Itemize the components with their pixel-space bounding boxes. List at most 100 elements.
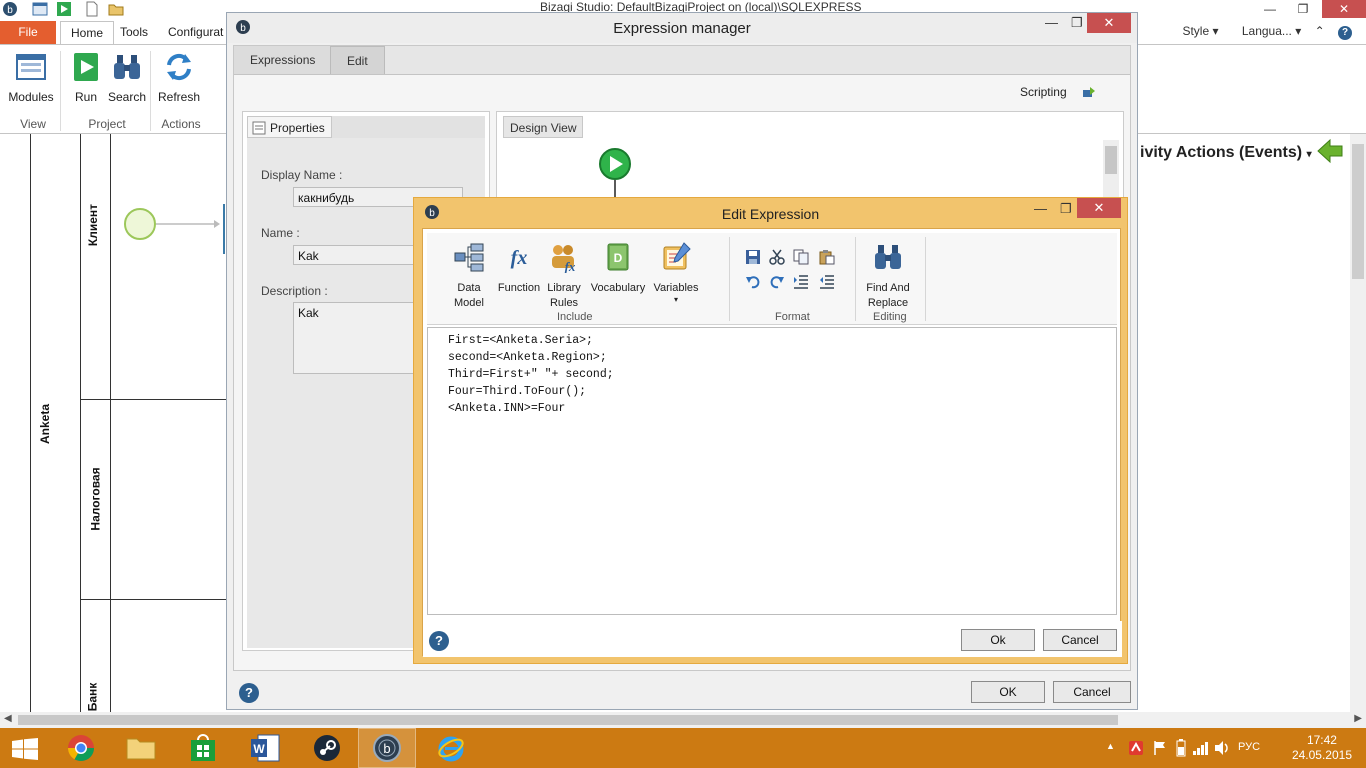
save-icon[interactable] — [745, 249, 761, 265]
ribbon-separator — [60, 51, 61, 131]
find-replace-label: Find And Replace — [866, 282, 910, 309]
battery-icon[interactable] — [1176, 739, 1186, 757]
run-button[interactable]: Run — [68, 51, 104, 104]
edit-expression-footer: ? Ok Cancel — [423, 621, 1122, 657]
find-replace-button[interactable]: Find And Replace — [859, 241, 917, 311]
style-menu[interactable]: Style ▾ — [1172, 24, 1218, 38]
expression-manager-title: Expression manager — [613, 20, 751, 37]
close-button[interactable]: ✕ — [1077, 198, 1121, 218]
design-scrollbar[interactable] — [1103, 140, 1119, 200]
outdent-icon[interactable] — [819, 273, 835, 289]
taskbar-explorer[interactable] — [112, 728, 170, 768]
taskbar-bizagi[interactable]: b — [358, 728, 416, 768]
tab-configuration[interactable]: Configurat — [158, 21, 233, 44]
help-icon[interactable]: ? — [429, 631, 449, 651]
scroll-right-icon[interactable]: ▶ — [1354, 713, 1362, 724]
maximize-button[interactable]: ❐ — [1288, 0, 1318, 18]
tab-expressions[interactable]: Expressions — [234, 46, 332, 74]
ok-button[interactable]: OK — [971, 681, 1045, 703]
vocabulary-icon: D — [607, 243, 629, 271]
signal-icon[interactable] — [1192, 740, 1210, 756]
help-icon[interactable]: ? — [239, 683, 259, 703]
clock[interactable]: 17:42 24.05.2015 — [1292, 733, 1352, 763]
copy-icon[interactable] — [793, 249, 809, 265]
pool-header-border — [80, 134, 81, 712]
tab-home[interactable]: Home — [60, 21, 115, 44]
flag-icon[interactable] — [1152, 740, 1168, 756]
ribbon-separator — [150, 51, 151, 131]
windows-start-icon[interactable] — [12, 738, 38, 760]
new-document-icon[interactable] — [84, 1, 100, 17]
svg-text:D: D — [614, 251, 623, 265]
data-model-button[interactable]: Data Model — [445, 241, 493, 311]
variables-button[interactable]: Variables ▾ — [651, 241, 701, 304]
maximize-button[interactable]: ❐ — [1060, 201, 1072, 217]
modules-button[interactable]: Modules — [8, 51, 54, 104]
tab-tools[interactable]: Tools — [110, 21, 158, 44]
expression-code-editor[interactable]: First=<Anketa.Seria>; second=<Anketa.Reg… — [427, 327, 1117, 615]
group-include: Include — [557, 311, 593, 323]
minimize-button[interactable]: — — [1045, 15, 1058, 30]
help-small-icon[interactable]: ? — [1338, 26, 1352, 40]
scrollbar-thumb[interactable] — [1352, 144, 1364, 279]
group-format: Format — [775, 311, 810, 323]
data-model-label: Data Model — [454, 282, 484, 309]
svg-text:W: W — [253, 742, 265, 756]
activity-actions-menu[interactable]: ivity Actions (Events) ▾ — [1140, 144, 1312, 162]
function-button[interactable]: fx Function — [495, 241, 543, 296]
vertical-scrollbar[interactable] — [1350, 134, 1366, 712]
taskbar-word[interactable]: W — [236, 728, 294, 768]
maximize-button[interactable]: ❐ — [1071, 15, 1083, 31]
bizagi-logo-icon: b — [3, 2, 17, 16]
scrollbar-thumb[interactable] — [18, 715, 1118, 725]
close-button[interactable]: ✕ — [1322, 0, 1366, 18]
vocabulary-button[interactable]: D Vocabulary — [589, 241, 647, 296]
indent-icon[interactable] — [793, 273, 809, 289]
minimize-button[interactable]: — — [1034, 201, 1047, 216]
close-button[interactable]: ✕ — [1087, 13, 1131, 33]
paste-icon[interactable] — [819, 249, 835, 265]
tab-edit[interactable]: Edit — [330, 46, 385, 74]
vocabulary-label: Vocabulary — [590, 282, 646, 294]
cancel-button[interactable]: Cancel — [1043, 629, 1117, 651]
scripting-toggle[interactable]: Scripting — [1020, 85, 1096, 99]
scripting-icon — [1083, 86, 1095, 97]
chrome-icon — [67, 735, 95, 762]
taskbar-ie[interactable] — [422, 728, 480, 768]
tray-expand-icon[interactable]: ▲ — [1106, 741, 1115, 751]
taskbar-steam[interactable] — [298, 728, 356, 768]
volume-icon[interactable] — [1214, 740, 1232, 756]
language-indicator[interactable]: РУС — [1238, 741, 1260, 753]
refresh-button[interactable]: Refresh — [156, 51, 202, 104]
code-line: First=<Anketa.Seria>; — [448, 334, 593, 347]
taskbar-store[interactable] — [174, 728, 232, 768]
antivirus-icon[interactable] — [1128, 740, 1144, 756]
scrollbar-thumb[interactable] — [1105, 146, 1117, 174]
search-button[interactable]: Search — [106, 51, 148, 104]
undo-icon[interactable] — [745, 273, 761, 289]
open-folder-icon[interactable] — [108, 1, 124, 17]
ok-button[interactable]: Ok — [961, 629, 1035, 651]
cut-icon[interactable] — [769, 249, 785, 265]
edit-expression-content: Data Model fx Function fx Library Rules … — [422, 228, 1122, 657]
display-name-label: Display Name : — [261, 168, 343, 182]
ribbon-options-icon[interactable]: ⌃ — [1315, 24, 1325, 38]
language-label: Langua... — [1241, 24, 1292, 38]
cancel-button[interactable]: Cancel — [1053, 681, 1131, 703]
scroll-left-icon[interactable]: ◀ — [4, 713, 12, 724]
redo-icon[interactable] — [769, 273, 785, 289]
window-icon[interactable] — [32, 1, 48, 17]
back-arrow-icon[interactable] — [1316, 138, 1344, 164]
taskbar-chrome[interactable] — [52, 728, 110, 768]
run-quick-icon[interactable] — [56, 1, 72, 17]
variables-dropdown-icon: ▾ — [673, 295, 678, 304]
minimize-button[interactable]: — — [1255, 0, 1285, 18]
horizontal-scrollbar[interactable]: ◀ ▶ — [0, 712, 1366, 728]
tab-file[interactable]: File — [0, 21, 56, 44]
start-event-icon[interactable] — [120, 204, 226, 264]
library-rules-icon: fx — [552, 245, 576, 274]
design-view-tab[interactable]: Design View — [503, 116, 584, 138]
language-menu[interactable]: Langua... ▾ — [1232, 24, 1301, 38]
library-rules-button[interactable]: fx Library Rules — [545, 241, 583, 311]
properties-tab[interactable]: Properties — [247, 116, 332, 138]
